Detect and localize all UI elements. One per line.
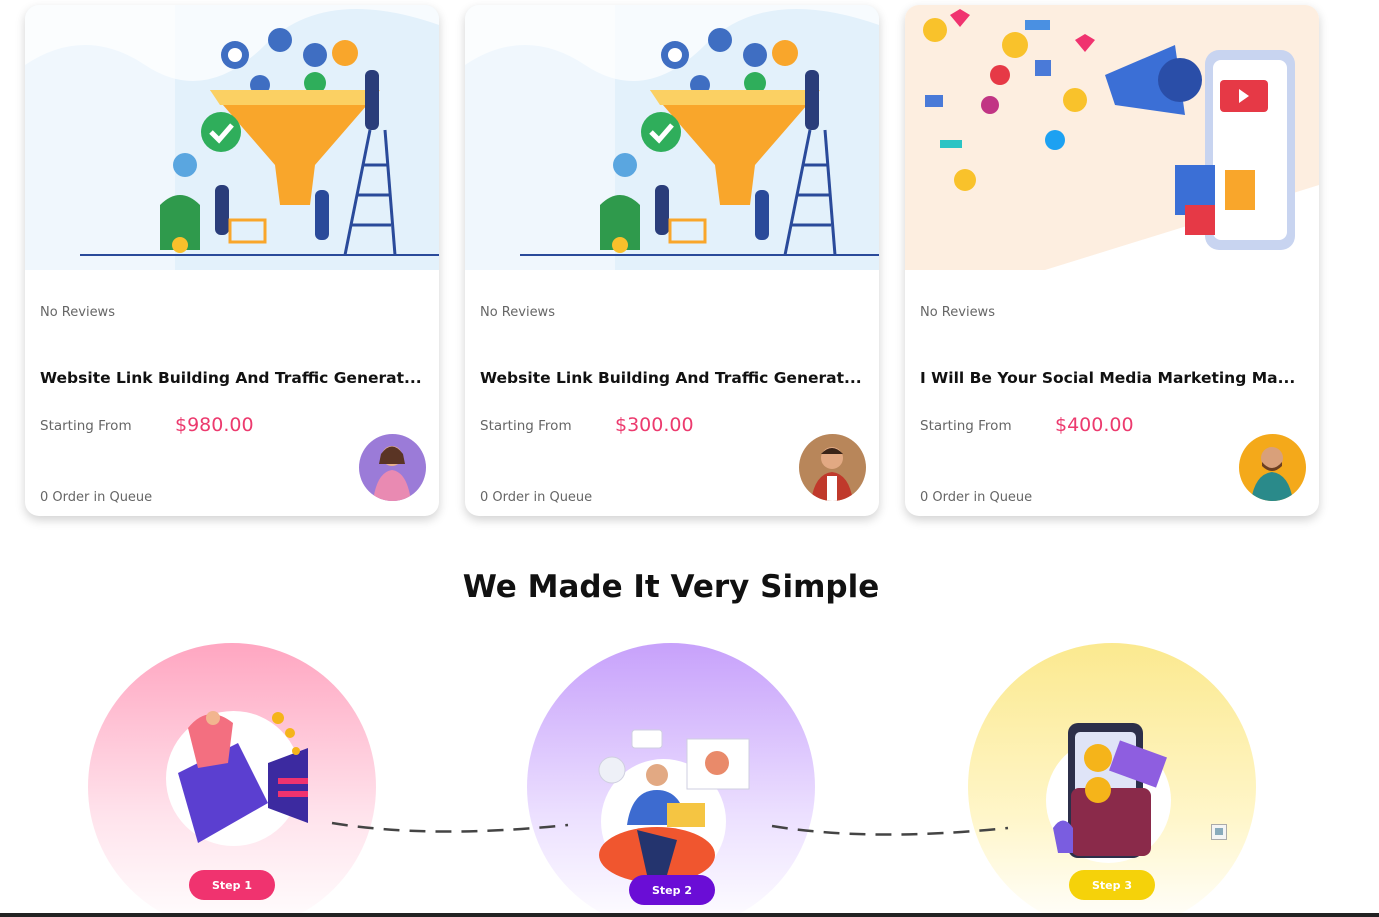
wallet-phone-illustration: [1053, 723, 1167, 858]
step-label: Step 2: [652, 883, 692, 897]
online-chat-illustration: [598, 729, 750, 883]
funnel-illustration: [25, 5, 439, 270]
price: $980.00: [175, 414, 254, 436]
section-title: We Made It Very Simple: [462, 569, 880, 605]
avatar-image: [359, 434, 426, 501]
seller-avatar[interactable]: [359, 434, 426, 501]
seller-avatar[interactable]: [799, 434, 866, 501]
step-label: Step 1: [212, 878, 252, 892]
step-label: Step 3: [1092, 878, 1132, 892]
order-queue-label: 0 Order in Queue: [920, 490, 1033, 505]
starting-from-label: Starting From: [40, 418, 132, 434]
dashed-connector: [331, 821, 569, 833]
megaphone-illustration: [178, 711, 308, 843]
service-card[interactable]: No Reviews I Will Be Your Social Media M…: [905, 5, 1319, 516]
service-title[interactable]: Website Link Building And Traffic Genera…: [480, 369, 865, 387]
service-title[interactable]: Website Link Building And Traffic Genera…: [40, 369, 425, 387]
starting-from-label: Starting From: [920, 418, 1012, 434]
service-card[interactable]: No Reviews Website Link Building And Tra…: [465, 5, 879, 516]
service-title[interactable]: I Will Be Your Social Media Marketing Ma…: [920, 369, 1305, 387]
avatar-image: [1239, 434, 1306, 501]
broken-image-icon: [1211, 824, 1227, 840]
starting-from-label: Starting From: [480, 418, 572, 434]
seller-avatar[interactable]: [1239, 434, 1306, 501]
funnel-illustration: [465, 5, 879, 270]
price: $400.00: [1055, 414, 1134, 436]
reviews-label: No Reviews: [920, 305, 995, 320]
order-queue-label: 0 Order in Queue: [40, 490, 153, 505]
service-card[interactable]: No Reviews Website Link Building And Tra…: [25, 5, 439, 516]
price: $300.00: [615, 414, 694, 436]
step-badge: Step 3: [1069, 870, 1155, 900]
reviews-label: No Reviews: [480, 305, 555, 320]
reviews-label: No Reviews: [40, 305, 115, 320]
step-badge: Step 2: [629, 875, 715, 905]
avatar-image: [799, 434, 866, 501]
social-media-illustration: [905, 5, 1319, 270]
dashed-connector: [771, 824, 1009, 836]
order-queue-label: 0 Order in Queue: [480, 490, 593, 505]
step-badge: Step 1: [189, 870, 275, 900]
bottom-divider: [0, 913, 1379, 917]
